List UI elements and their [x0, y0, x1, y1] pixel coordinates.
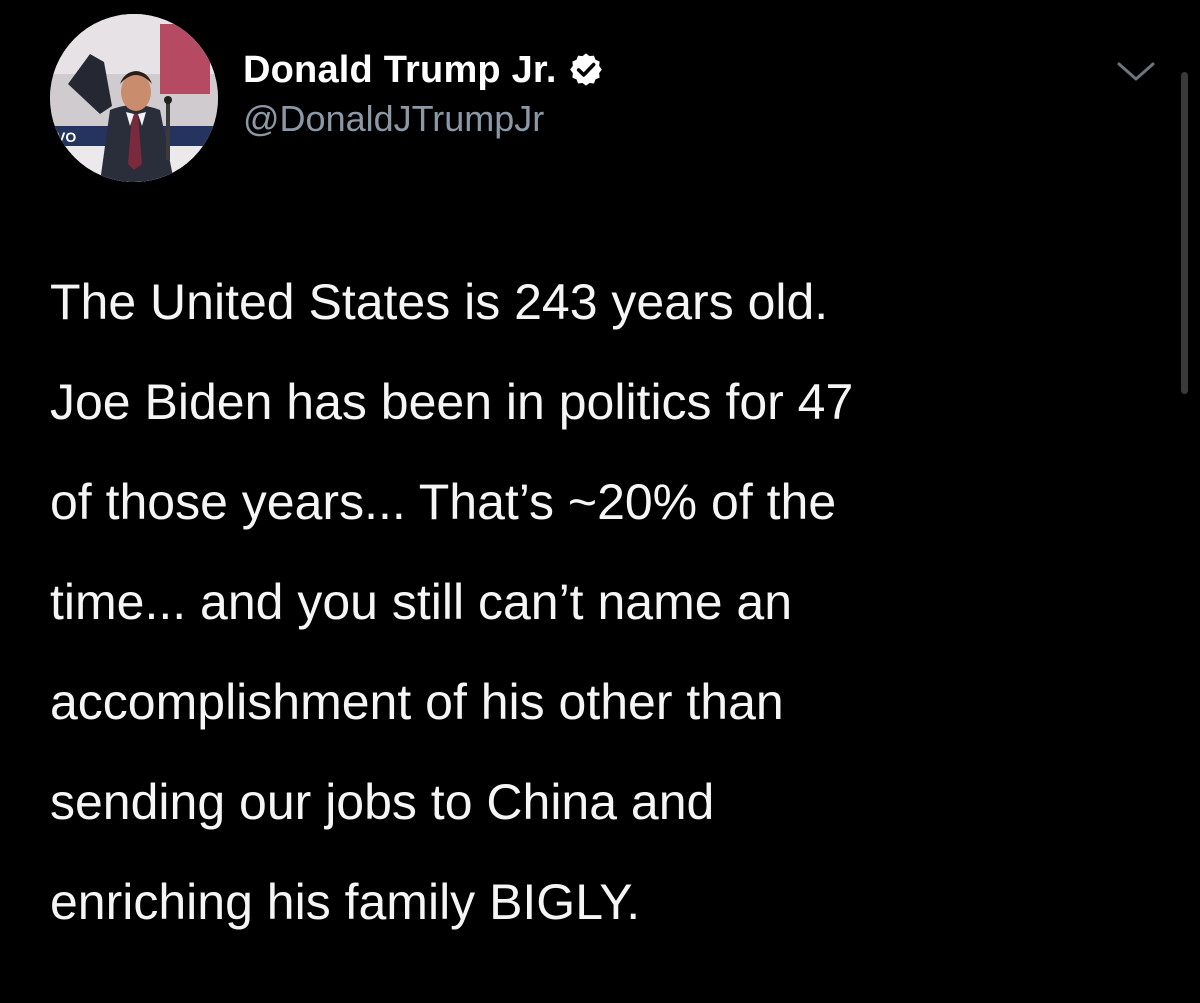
- author-display-name[interactable]: Donald Trump Jr.: [243, 49, 557, 92]
- verified-badge-icon: [567, 51, 605, 89]
- chevron-down-icon[interactable]: [1113, 56, 1159, 86]
- tweet-card: VO Donald Trump Jr. @DonaldJTrumpJr The …: [0, 0, 1200, 1003]
- profile-photo: VO: [50, 14, 218, 182]
- scrollbar[interactable]: [1181, 72, 1188, 394]
- author-name-row: Donald Trump Jr.: [243, 44, 605, 96]
- author-handle[interactable]: @DonaldJTrumpJr: [243, 98, 605, 140]
- avatar[interactable]: VO: [50, 14, 218, 182]
- avatar-logo-text: VO: [56, 129, 76, 145]
- tweet-text: The United States is 243 years old. Joe …: [50, 274, 854, 930]
- tweet-author: Donald Trump Jr. @DonaldJTrumpJr: [243, 44, 605, 140]
